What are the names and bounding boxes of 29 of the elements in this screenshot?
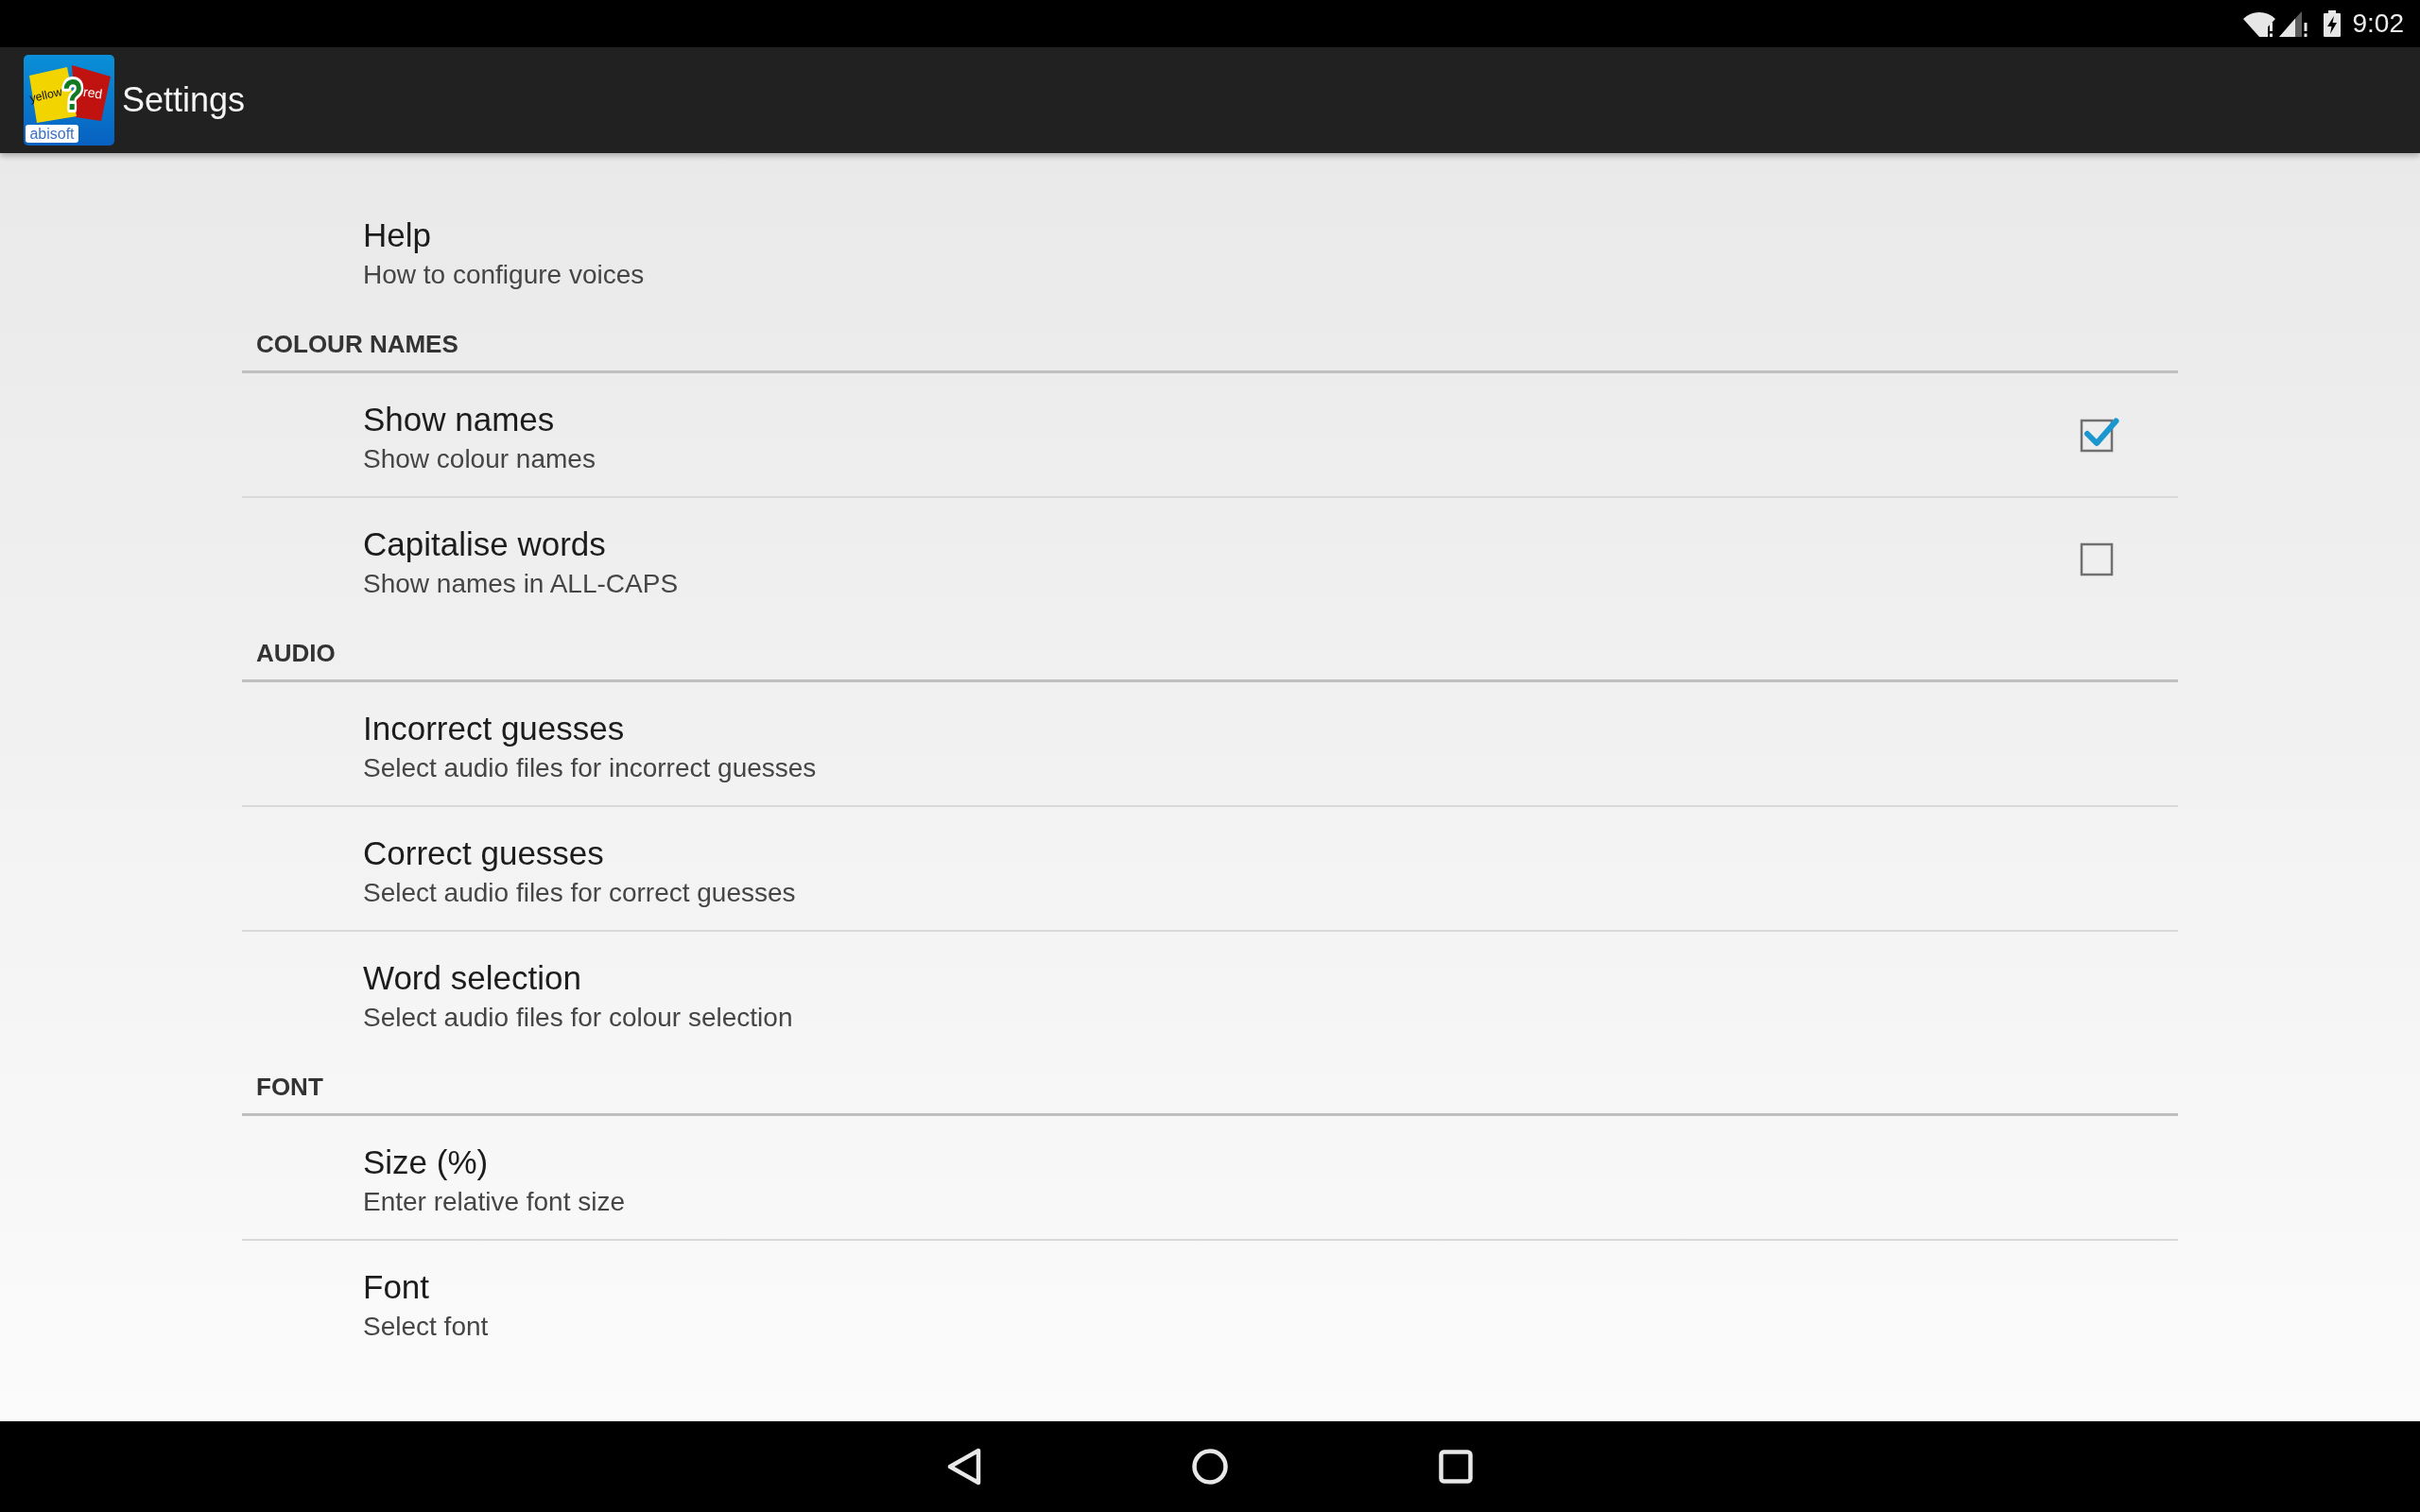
preference-title[interactable]: Incorrect guesses [363,709,625,748]
section-header: COLOUR NAMES [256,330,458,358]
recent-apps-icon[interactable] [1439,1450,1473,1484]
preference-summary: Select font [363,1311,489,1343]
preference-title[interactable]: Capitalise words [363,524,606,564]
preference-summary: Select audio files for correct guesses [363,877,796,909]
preference-title[interactable]: Help [363,215,431,255]
preference-title[interactable]: Show names [363,400,555,439]
screen-title: Settings [122,80,246,120]
preference-summary: Show colour names [363,443,596,475]
preference-summary: Select audio files for colour selection [363,1002,793,1034]
preference-title[interactable]: Word selection [363,958,581,998]
preference-summary: Select audio files for incorrect guesses [363,752,817,784]
preference-summary: Show names in ALL-CAPS [363,568,679,600]
preference-title[interactable]: Font [363,1267,430,1307]
wifi-icon [2242,10,2275,37]
section-header: FONT [256,1073,323,1101]
home-icon[interactable] [1192,1449,1228,1485]
checkbox[interactable] [2080,415,2119,453]
checkbox[interactable] [2080,542,2114,576]
status-time: 9:02 [2352,9,2404,39]
signal-icon [2278,10,2308,37]
section-header: AUDIO [256,639,336,667]
preference-summary: How to configure voices [363,259,645,291]
preference-title[interactable]: Correct guesses [363,833,604,873]
preference-summary: Enter relative font size [363,1186,626,1218]
battery-charging-icon [2323,10,2341,37]
preference-title[interactable]: Size (%) [363,1143,489,1182]
back-icon[interactable] [947,1448,981,1486]
